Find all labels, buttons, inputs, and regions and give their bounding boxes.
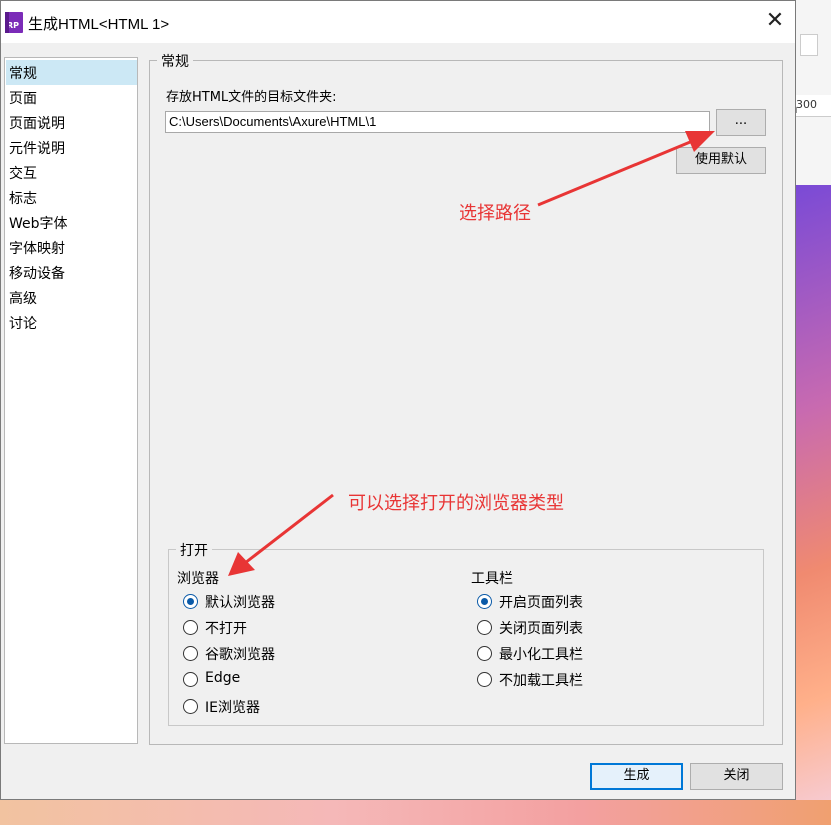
background-bottom-canvas <box>0 800 831 825</box>
radio-icon[interactable] <box>477 646 492 661</box>
annotation-browser-type: 可以选择打开的浏览器类型 <box>348 493 564 514</box>
window-title: 生成HTML<HTML 1> <box>28 16 170 33</box>
nav-item-web-fonts[interactable]: Web字体 <box>6 210 137 235</box>
radio-label: 关闭页面列表 <box>499 621 583 637</box>
nav-item-logo[interactable]: 标志 <box>6 185 137 210</box>
radio-label: 最小化工具栏 <box>499 647 583 663</box>
close-button[interactable]: 关闭 <box>690 763 783 790</box>
target-folder-label: 存放HTML文件的目标文件夹: <box>166 90 337 105</box>
title-bar[interactable]: RP 生成HTML<HTML 1> ✕ <box>1 1 795 43</box>
toolbar-title: 工具栏 <box>471 571 513 587</box>
generate-button[interactable]: 生成 <box>590 763 683 790</box>
radio-label: Edge <box>205 670 241 686</box>
background-input <box>800 34 818 56</box>
nav-item-general[interactable]: 常规 <box>6 60 137 85</box>
nav-item-pages[interactable]: 页面 <box>6 85 137 110</box>
browse-folder-button[interactable]: ... <box>716 109 766 136</box>
settings-nav-list: 常规 页面 页面说明 元件说明 交互 标志 Web字体 字体映射 移动设备 高级… <box>4 57 138 744</box>
radio-icon[interactable] <box>183 672 198 687</box>
general-group-legend: 常规 <box>157 51 193 71</box>
open-group-legend: 打开 <box>176 540 212 560</box>
ruler-tick <box>796 107 831 113</box>
radio-label: 默认浏览器 <box>205 595 275 611</box>
background-canvas <box>796 185 831 825</box>
radio-icon[interactable] <box>183 646 198 661</box>
target-folder-input[interactable]: C:\Users\Documents\Axure\HTML\1 <box>165 111 710 133</box>
radio-checked-icon[interactable] <box>183 594 198 609</box>
radio-icon[interactable] <box>183 620 198 635</box>
axure-rp-icon: RP <box>5 12 23 33</box>
radio-icon[interactable] <box>477 620 492 635</box>
close-icon[interactable]: ✕ <box>763 10 787 34</box>
radio-label: IE浏览器 <box>205 700 260 716</box>
radio-label: 开启页面列表 <box>499 595 583 611</box>
radio-label: 谷歌浏览器 <box>205 647 275 663</box>
annotation-select-path: 选择路径 <box>459 203 531 224</box>
app-icon-text: RP <box>7 21 20 30</box>
browser-title: 浏览器 <box>177 571 219 587</box>
nav-item-discussion[interactable]: 讨论 <box>6 310 137 335</box>
radio-icon[interactable] <box>477 672 492 687</box>
nav-item-interactions[interactable]: 交互 <box>6 160 137 185</box>
nav-item-font-mapping[interactable]: 字体映射 <box>6 235 137 260</box>
radio-checked-icon[interactable] <box>477 594 492 609</box>
radio-label: 不打开 <box>205 621 247 637</box>
nav-item-mobile-devices[interactable]: 移动设备 <box>6 260 137 285</box>
nav-item-page-notes[interactable]: 页面说明 <box>6 110 137 135</box>
nav-item-widget-notes[interactable]: 元件说明 <box>6 135 137 160</box>
nav-item-advanced[interactable]: 高级 <box>6 285 137 310</box>
radio-label: 不加载工具栏 <box>499 673 583 689</box>
radio-icon[interactable] <box>183 699 198 714</box>
use-default-button[interactable]: 使用默认 <box>676 147 766 174</box>
background-ruler: 300 <box>796 95 831 117</box>
